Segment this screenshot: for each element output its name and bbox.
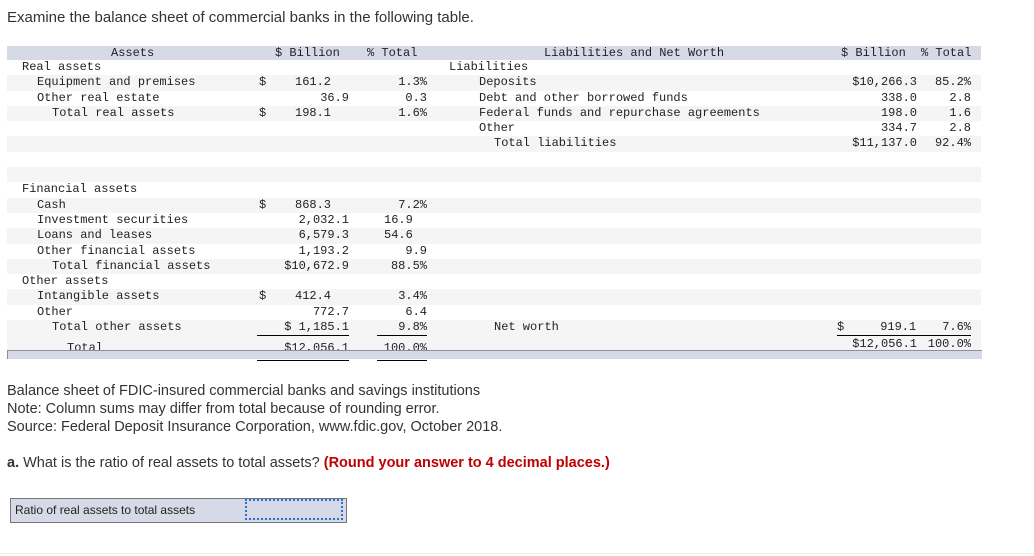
liability-billion: $10,266.3	[852, 75, 917, 90]
asset-pct: 54.6	[384, 228, 413, 243]
asset-pct: 9.9	[377, 244, 427, 260]
note-rounding: Note: Column sums may differ from total …	[7, 401, 440, 417]
header-liab-pct: % Total	[921, 46, 972, 60]
liability-billion: 334.7	[833, 121, 917, 138]
liability-pct: 92.4%	[934, 136, 971, 151]
divider	[0, 553, 1034, 554]
table-row: Equipment and premises $ 161.2 1.3% Depo…	[7, 75, 981, 91]
asset-label: Equipment and premises	[37, 75, 196, 90]
table-notes: Balance sheet of FDIC-insured commercial…	[7, 382, 502, 436]
note-source: Source: Federal Deposit Insurance Corpor…	[7, 419, 503, 435]
liability-label: Federal funds and repurchase agreements	[479, 105, 760, 120]
table-row: Investment securities 2,032.1 16.9	[7, 213, 981, 228]
asset-billion: 36.9	[257, 91, 349, 107]
asset-pct: 0.3	[377, 91, 427, 107]
liability-pct: 2.8	[949, 90, 971, 105]
asset-pct: 88.5%	[390, 258, 427, 273]
asset-billion: 6,579.3	[298, 228, 349, 243]
table-footer-bar	[7, 350, 982, 359]
asset-billion: $ 868.3	[259, 197, 332, 212]
table-row: Other real estate 36.9 0.3 Debt and othe…	[7, 90, 981, 107]
question-a: a. What is the ratio of real assets to t…	[7, 455, 610, 471]
question-prefix: a.	[7, 455, 20, 471]
table-row: Total liabilities $11,137.0 92.4%	[7, 136, 981, 152]
table-row: Total financial assets $10,672.9 88.5%	[7, 258, 981, 275]
header-assets: Assets	[111, 46, 155, 60]
net-worth-label: Net worth	[494, 320, 559, 335]
asset-pct: 1.3%	[398, 75, 427, 90]
table-row-blank	[7, 152, 981, 167]
asset-total-label: Total other assets	[52, 320, 182, 335]
header-assets-billion: $ Billion	[275, 46, 340, 60]
asset-label: Other financial assets	[37, 243, 196, 258]
liability-pct: 1.6	[949, 105, 971, 120]
table-row: Financial assets	[7, 182, 981, 197]
table-row: Other financial assets 1,193.2 9.9	[7, 243, 981, 260]
question-instruction: (Round your answer to 4 decimal places.)	[323, 455, 610, 471]
asset-pct: 9.8%	[377, 320, 427, 337]
liability-label: Other	[479, 121, 516, 136]
liability-billion: 198.0	[880, 105, 917, 120]
asset-pct: 6.4	[377, 305, 427, 322]
liability-label: Debt and other borrowed funds	[479, 90, 688, 105]
liability-pct: 85.2%	[934, 75, 971, 90]
table-row-blank	[7, 167, 981, 183]
asset-label: Loans and leases	[37, 228, 153, 243]
asset-billion: $ 161.2	[259, 75, 332, 90]
balance-sheet-table: Assets $ Billion % Total Liabilities and…	[7, 46, 981, 362]
section-financial-assets: Financial assets	[22, 182, 138, 197]
section-real-assets: Real assets	[22, 60, 102, 74]
note-caption: Balance sheet of FDIC-insured commercial…	[7, 383, 481, 399]
table-row: Cash $ 868.3 7.2%	[7, 197, 981, 213]
asset-label: Other	[37, 304, 74, 319]
header-liabilities: Liabilities and Net Worth	[544, 46, 725, 60]
asset-billion: $ 198.1	[259, 105, 332, 120]
table-row: Real assets Liabilities	[7, 60, 981, 75]
asset-pct: 1.6%	[398, 105, 427, 120]
table-row: Other 772.7 6.4	[7, 304, 981, 322]
answer-row: Ratio of real assets to total assets	[10, 498, 347, 523]
asset-pct: 3.4%	[398, 289, 427, 304]
answer-label: Ratio of real assets to total assets	[15, 503, 196, 517]
table-header-row: Assets $ Billion % Total Liabilities and…	[7, 46, 981, 60]
asset-label: Intangible assets	[37, 289, 160, 304]
header-liab-billion: $ Billion	[841, 46, 906, 60]
liability-billion: $11,137.0	[852, 136, 917, 151]
ratio-answer-input[interactable]	[245, 499, 343, 520]
asset-label: Investment securities	[37, 212, 189, 227]
table-row: Intangible assets $ 412.4 3.4%	[7, 289, 981, 305]
asset-label: Other real estate	[37, 90, 160, 105]
asset-total-label: Total financial assets	[52, 258, 211, 273]
asset-billion: $ 412.4	[259, 289, 332, 304]
table-row: Other assets	[7, 274, 981, 289]
asset-pct: 7.2%	[398, 197, 427, 212]
asset-billion: $ 1,185.1	[257, 320, 349, 337]
table-row: Loans and leases 6,579.3 54.6	[7, 228, 981, 244]
liability-pct: 2.8	[915, 121, 971, 138]
table-row: Other 334.7 2.8	[7, 121, 981, 138]
liability-total-label: Total liabilities	[494, 136, 617, 151]
question-text: What is the ratio of real assets to tota…	[19, 455, 324, 471]
liability-label: Deposits	[479, 75, 537, 90]
asset-label: Cash	[37, 197, 66, 212]
asset-billion: 1,193.2	[257, 244, 349, 260]
liability-billion: 338.0	[880, 90, 917, 105]
table-row: Total real assets $ 198.1 1.6% Federal f…	[7, 105, 981, 122]
asset-total-label: Total real assets	[52, 105, 175, 120]
section-liabilities: Liabilities	[449, 60, 529, 74]
section-other-assets: Other assets	[22, 274, 109, 289]
asset-billion: 772.7	[257, 305, 349, 322]
asset-billion: $10,672.9	[284, 258, 349, 273]
header-assets-pct: % Total	[367, 46, 418, 60]
intro-text: Examine the balance sheet of commercial …	[7, 9, 474, 26]
asset-pct: 16.9	[384, 212, 413, 227]
asset-billion: 2,032.1	[298, 212, 349, 227]
